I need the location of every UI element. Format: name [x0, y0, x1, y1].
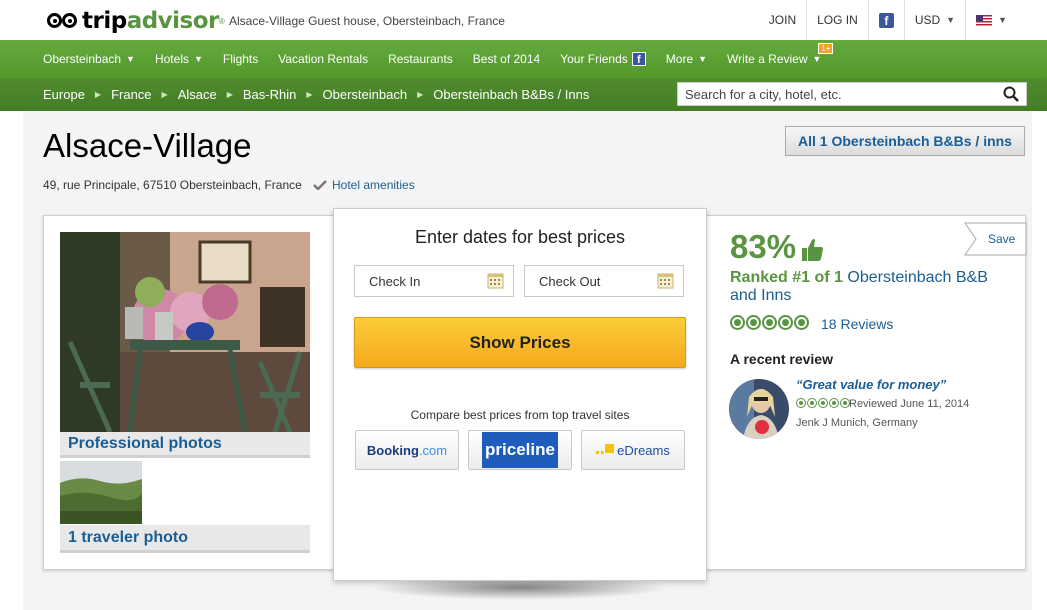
rating-bubble-icon: [829, 398, 839, 408]
traveler-photo-thumbnail[interactable]: [60, 461, 142, 524]
login-link[interactable]: LOG IN: [806, 0, 868, 40]
chevron-down-icon: ▼: [193, 54, 203, 64]
nav-best-of-2014[interactable]: Best of 2014: [463, 52, 550, 66]
recent-review-heading: A recent review: [730, 351, 833, 367]
review-title-link[interactable]: “Great value for money”: [796, 377, 946, 392]
hotel-main-photo[interactable]: [60, 232, 310, 432]
save-button[interactable]: Save: [988, 232, 1015, 246]
priceline-logo: priceline: [482, 432, 558, 468]
bubble-rating: [730, 315, 810, 330]
currency-select[interactable]: USD ▼: [903, 0, 965, 40]
nav-your-friends[interactable]: Your Friends f: [550, 52, 656, 66]
booking-com-button[interactable]: Booking.com: [355, 430, 459, 470]
nav-vacation-rentals[interactable]: Vacation Rentals: [268, 52, 378, 66]
booking-logo: Booking.com: [366, 442, 448, 458]
reviews-link[interactable]: 18 Reviews: [821, 316, 893, 332]
nav-hotels[interactable]: Hotels ▼: [145, 52, 213, 66]
checkmark-icon: [313, 180, 327, 190]
notification-badge: 1+: [818, 43, 834, 54]
facebook-button[interactable]: f: [867, 0, 904, 40]
tripadvisor-logo[interactable]: tripadvisor ®: [46, 8, 225, 34]
enter-dates-heading: Enter dates for best prices: [414, 227, 626, 247]
avatar[interactable]: [729, 379, 789, 439]
professional-photos-link[interactable]: Professional photos: [60, 432, 310, 458]
account-menu: JOIN LOG IN f USD ▼ ▼: [759, 0, 1017, 40]
nav-more[interactable]: More ▼: [656, 52, 717, 66]
nav-flights[interactable]: Flights: [213, 52, 268, 66]
breadcrumb-bas-rhin[interactable]: Bas-Rhin: [233, 87, 306, 102]
breadcrumb-obersteinbach[interactable]: Obersteinbach: [313, 87, 418, 102]
traveler-photos-link[interactable]: 1 traveler photo: [60, 525, 310, 553]
chevron-down-icon: ▼: [698, 54, 708, 64]
us-flag-icon: [976, 14, 993, 26]
top-bar: tripadvisor ® Alsace-Village Guest house…: [0, 0, 1047, 40]
page-title: Alsace-Village: [43, 127, 252, 164]
price-box: [333, 208, 707, 581]
calendar-icon: [657, 273, 674, 289]
chevron-down-icon: ▼: [946, 15, 956, 25]
breadcrumb: Europe ▶ France ▶ Alsace ▶ Bas-Rhin ▶ Ob…: [0, 78, 1047, 111]
hotel-address: 49, rue Principale, 67510 Obersteinbach,…: [43, 178, 302, 192]
language-select[interactable]: ▼: [965, 0, 1017, 40]
nav-restaurants[interactable]: Restaurants: [378, 52, 463, 66]
nav-obersteinbach[interactable]: Obersteinbach ▼: [33, 52, 145, 66]
breadcrumb-alsace[interactable]: Alsace: [168, 87, 227, 102]
chevron-down-icon: ▼: [998, 15, 1007, 25]
edreams-logo: eDreams: [596, 443, 670, 458]
page-title-top: Alsace-Village Guest house, Obersteinbac…: [229, 14, 505, 28]
chevron-down-icon: ▼: [126, 54, 135, 64]
thumbs-up-icon: [802, 239, 823, 261]
rating-bubble-icon: [778, 315, 793, 330]
chevron-down-icon: ▼: [812, 54, 822, 64]
review-bubble-rating: [796, 398, 851, 408]
rating-bubble-icon: [746, 315, 761, 330]
nav-write-review[interactable]: Write a Review ▼ 1+: [717, 43, 834, 66]
review-date: Reviewed June 11, 2014: [849, 398, 970, 410]
check-out-field[interactable]: Check Out: [524, 265, 684, 297]
breadcrumb-bnbs[interactable]: Obersteinbach B&Bs / Inns: [423, 87, 599, 102]
join-link[interactable]: JOIN: [759, 0, 806, 40]
rating-bubble-icon: [730, 315, 745, 330]
facebook-icon: f: [631, 52, 646, 66]
reviewer-info: Jenk J Munich, Germany: [796, 417, 918, 429]
rating-bubble-icon: [818, 398, 828, 408]
ranking-text: Ranked #1 of 1 Obersteinbach B&B and Inn…: [730, 269, 988, 304]
search-input[interactable]: Search for a city, hotel, etc.: [677, 82, 1027, 106]
rating-bubble-icon: [762, 315, 777, 330]
rating-bubble-icon: [794, 315, 809, 330]
owl-logo-icon: [46, 11, 80, 31]
rating-bubble-icon: [796, 398, 806, 408]
logo-text: tripadvisor: [82, 8, 219, 34]
main-nav: Obersteinbach ▼ Hotels ▼ Flights Vacation …: [0, 40, 1047, 78]
rating-bubble-icon: [807, 398, 817, 408]
search-icon[interactable]: [1003, 86, 1019, 102]
recommend-percent: 83%: [730, 228, 797, 265]
breadcrumb-europe[interactable]: Europe: [33, 87, 95, 102]
check-in-field[interactable]: Check In: [354, 265, 514, 297]
priceline-button[interactable]: priceline: [468, 430, 572, 470]
hotel-amenities-link[interactable]: Hotel amenities: [313, 178, 415, 192]
search-placeholder: Search for a city, hotel, etc.: [685, 87, 842, 102]
facebook-icon: f: [878, 12, 894, 28]
all-bnbs-button[interactable]: All 1 Obersteinbach B&Bs / inns: [785, 126, 1025, 156]
compare-text: Compare best prices from top travel site…: [410, 408, 630, 422]
breadcrumb-france[interactable]: France: [101, 87, 161, 102]
show-prices-button[interactable]: Show Prices: [354, 317, 686, 368]
calendar-icon: [487, 273, 504, 289]
edreams-button[interactable]: eDreams: [581, 430, 685, 470]
